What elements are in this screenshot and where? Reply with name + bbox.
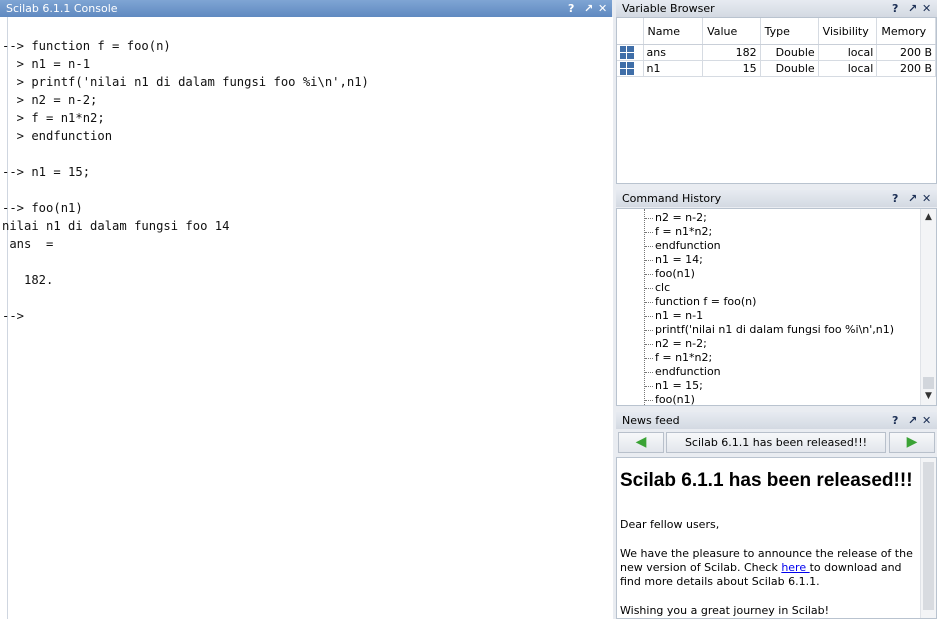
variable-memory: 200 B [876, 60, 936, 77]
news-feed-titlebar: News feed ? ↗ ✕ [616, 412, 937, 429]
variable-table: Name Value Type Visibility Memory ans 18… [617, 18, 936, 77]
console-line: nilai n1 di dalam fungsi foo 14 [2, 219, 230, 233]
command-history-titlebar: Command History ? ↗ ✕ [616, 190, 937, 207]
column-header-type[interactable]: Type [760, 18, 819, 45]
help-icon[interactable]: ? [568, 0, 574, 17]
history-item[interactable]: n1 = 15; [645, 379, 703, 392]
variable-type: Double [760, 60, 819, 77]
variable-name[interactable]: ans [643, 44, 704, 61]
table-row[interactable]: ans 182 Double local 200 B [617, 44, 936, 61]
arrow-right-icon: ▶ [906, 434, 918, 450]
history-item[interactable]: endfunction [645, 239, 721, 252]
console-prompt[interactable]: --> [2, 309, 24, 323]
help-icon[interactable]: ? [892, 190, 898, 207]
close-icon[interactable]: ✕ [922, 412, 931, 429]
history-item[interactable]: printf('nilai n1 di dalam fungsi foo %i\… [644, 323, 894, 336]
matrix-icon [620, 62, 634, 75]
variable-visibility: local [818, 44, 878, 61]
scroll-down-icon[interactable]: ▼ [921, 391, 936, 401]
command-history-list: n2 = n-2; f = n1*n2; endfunction n1 = 14… [616, 208, 937, 406]
history-item[interactable]: n1 = n-1 [644, 309, 703, 322]
console-output[interactable]: --> function f = foo(n) > n1 = n-1 > pri… [2, 17, 613, 619]
history-scrollbar[interactable]: ▲ ▼ [920, 209, 936, 405]
variable-browser-title: Variable Browser [622, 2, 715, 15]
history-item[interactable]: f = n1*n2; [644, 225, 712, 238]
scroll-up-icon[interactable]: ▲ [921, 212, 936, 222]
console-line: > endfunction [2, 129, 113, 143]
news-body: We have the pleasure to announce the rel… [620, 547, 915, 589]
previous-news-button[interactable]: ◀ [618, 432, 664, 453]
variable-value[interactable]: 182 [702, 44, 761, 61]
help-icon[interactable]: ? [892, 412, 898, 429]
variable-value[interactable]: 15 [702, 60, 761, 77]
download-link[interactable]: here [781, 561, 809, 574]
history-item[interactable]: clc [644, 281, 670, 294]
console-line: > f = n1*n2; [2, 111, 105, 125]
history-item[interactable]: n1 = 14; [645, 253, 703, 266]
arrow-left-icon: ◀ [635, 434, 647, 450]
undock-icon[interactable]: ↗ [908, 412, 917, 429]
variable-visibility: local [818, 60, 878, 77]
close-icon[interactable]: ✕ [922, 0, 931, 17]
variable-type-icon-cell [617, 60, 644, 77]
variable-memory: 200 B [876, 44, 936, 61]
news-headline-button[interactable]: Scilab 6.1.1 has been released!!! [666, 432, 886, 453]
close-icon[interactable]: ✕ [922, 190, 931, 207]
column-header-memory[interactable]: Memory [876, 18, 936, 45]
variable-type-icon-cell [617, 44, 644, 61]
matrix-icon [620, 46, 634, 59]
console-line: > n2 = n-2; [2, 93, 98, 107]
column-header-name[interactable]: Name [643, 18, 704, 45]
console-line: ans = [2, 237, 54, 251]
icon-column-header [617, 18, 644, 45]
scroll-thumb[interactable] [923, 377, 934, 389]
console-line: > printf('nilai n1 di dalam fungsi foo %… [2, 75, 369, 89]
history-item[interactable]: n2 = n-2; [645, 337, 707, 350]
undock-icon[interactable]: ↗ [908, 0, 917, 17]
history-item[interactable]: function f = foo(n) [644, 295, 756, 308]
history-item[interactable]: foo(n1) [645, 393, 695, 406]
variable-browser: Name Value Type Visibility Memory ans 18… [616, 17, 937, 184]
news-scrollbar[interactable] [920, 458, 936, 618]
news-feed-content: Scilab 6.1.1 has been released!!! Dear f… [616, 457, 937, 619]
history-item[interactable]: endfunction [645, 365, 721, 378]
news-feed-title: News feed [622, 414, 680, 427]
variable-name[interactable]: n1 [643, 60, 704, 77]
console-line: 182. [2, 273, 54, 287]
news-closing: Wishing you a great journey in Scilab! [620, 604, 830, 617]
history-item[interactable]: foo(n1) [645, 267, 695, 280]
tree-guide-line [644, 209, 645, 405]
undock-icon[interactable]: ↗ [908, 190, 917, 207]
column-header-visibility[interactable]: Visibility [818, 18, 878, 45]
variable-type: Double [760, 44, 819, 61]
console-line: > n1 = n-1 [2, 57, 91, 71]
help-icon[interactable]: ? [892, 0, 898, 17]
console-line: --> n1 = 15; [2, 165, 91, 179]
next-news-button[interactable]: ▶ [889, 432, 935, 453]
table-row[interactable]: n1 15 Double local 200 B [617, 60, 936, 77]
close-icon[interactable]: ✕ [598, 0, 607, 17]
console-titlebar: Scilab 6.1.1 Console ? ↗ ✕ [0, 0, 612, 17]
news-heading: Scilab 6.1.1 has been released!!! [620, 470, 913, 491]
console-line: --> foo(n1) [2, 201, 83, 215]
console-title: Scilab 6.1.1 Console [6, 2, 118, 15]
undock-icon[interactable]: ↗ [584, 0, 593, 17]
news-greeting: Dear fellow users, [620, 518, 720, 531]
history-item[interactable]: f = n1*n2; [644, 351, 712, 364]
command-history-title: Command History [622, 192, 722, 205]
variable-browser-titlebar: Variable Browser ? ↗ ✕ [616, 0, 937, 17]
console-line: --> function f = foo(n) [2, 39, 171, 53]
scroll-thumb[interactable] [923, 462, 934, 610]
history-item[interactable]: n2 = n-2; [645, 211, 707, 224]
news-feed-toolbar: ◀ Scilab 6.1.1 has been released!!! ▶ [616, 430, 937, 456]
column-header-value[interactable]: Value [702, 18, 761, 45]
